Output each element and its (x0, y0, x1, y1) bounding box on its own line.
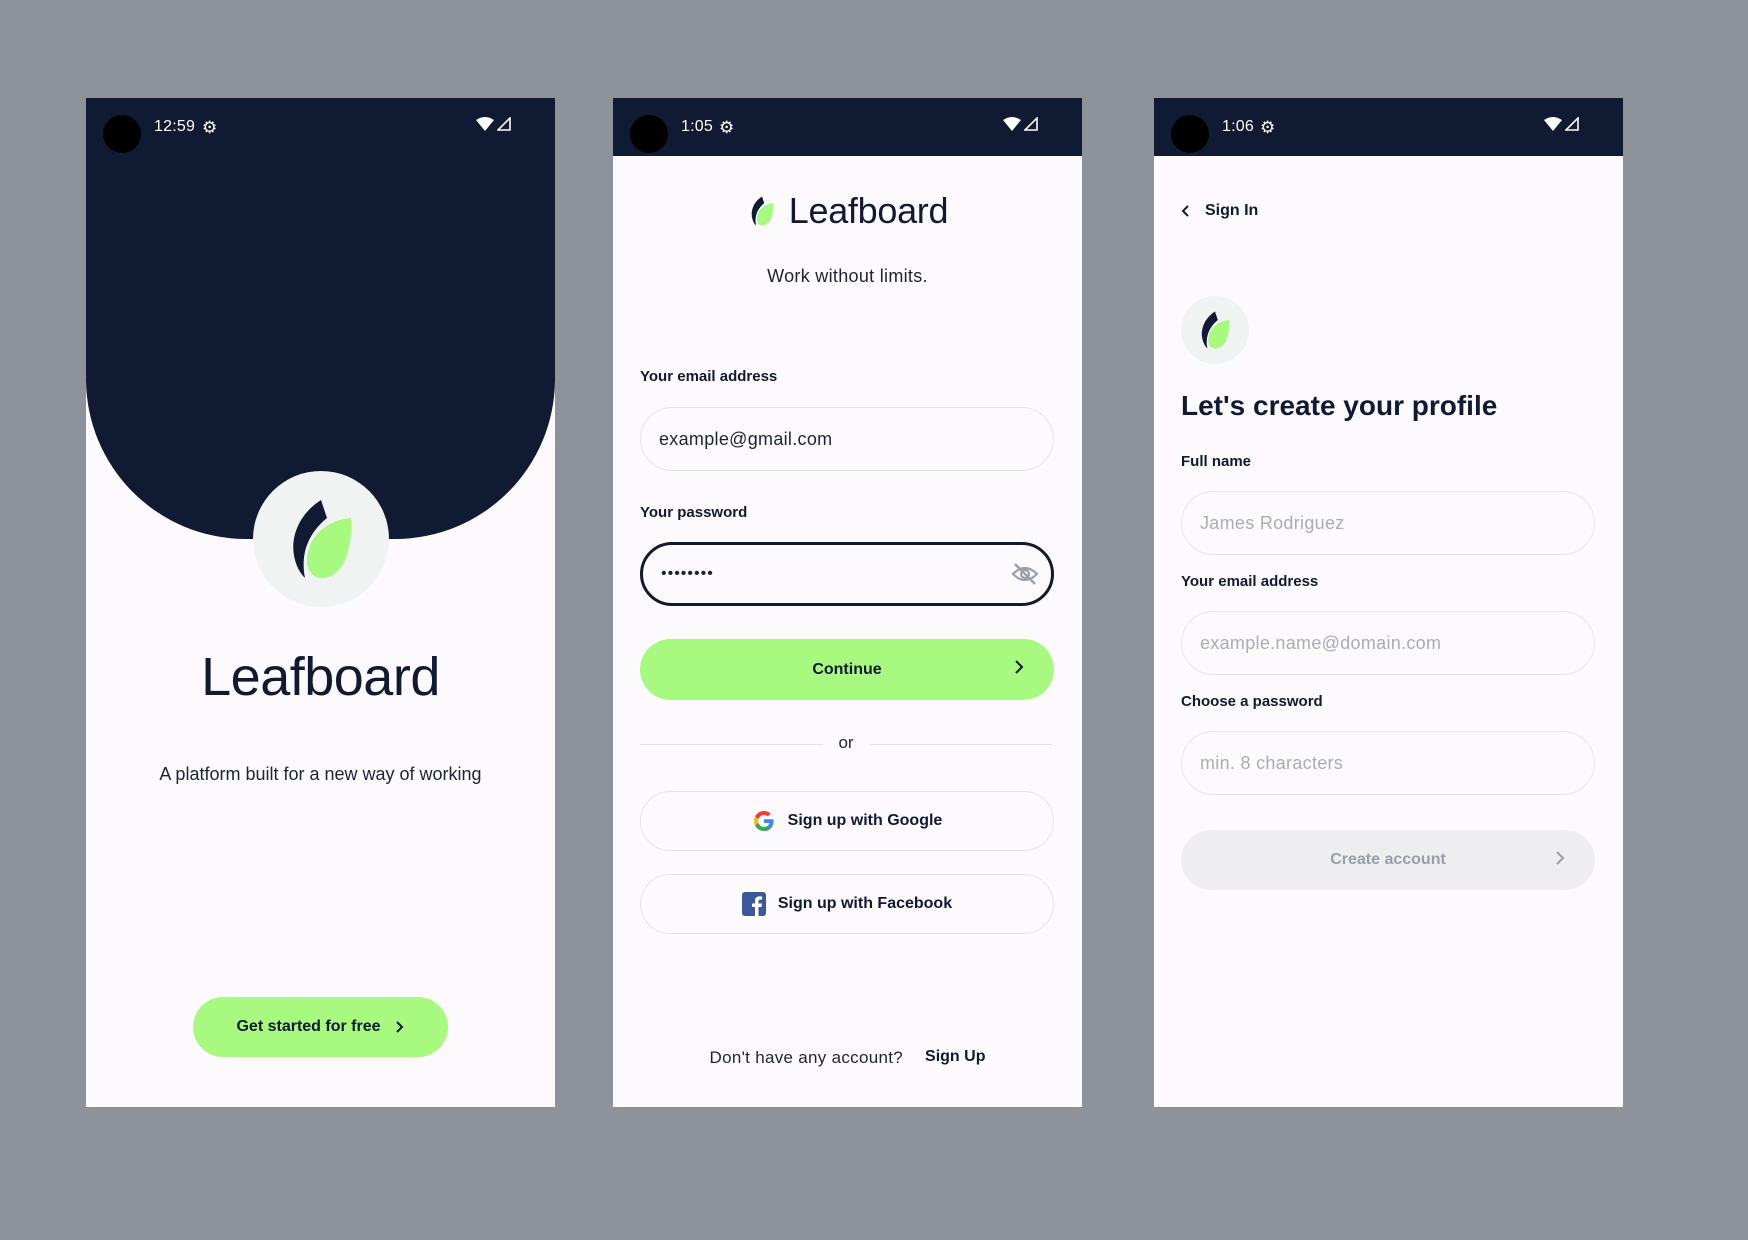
full-name-label: Full name (1181, 453, 1252, 470)
chevron-right-icon (1015, 660, 1024, 674)
chevron-left-icon (1181, 205, 1189, 217)
or-label: or (838, 733, 854, 752)
password-label: Your password (640, 504, 748, 521)
tagline: Work without limits. (767, 266, 928, 286)
google-signup-label: Sign up with Google (787, 812, 943, 829)
facebook-signup-button[interactable]: Sign up with Facebook (640, 874, 1054, 934)
gear-icon: ⚙ (719, 118, 735, 137)
signal-indicators (1544, 117, 1579, 131)
signal-icon (1024, 117, 1038, 131)
email-label: Your email address (1181, 573, 1319, 590)
signin-screen: 1:05 ⚙ Leafboard Work without limits. Yo… (613, 98, 1082, 1107)
status-time: 12:59 (154, 118, 196, 135)
password-placeholder: min. 8 characters (1200, 752, 1344, 773)
status-bar: 1:06 ⚙ (1154, 98, 1623, 156)
eye-off-icon[interactable] (1011, 562, 1039, 586)
leaf-logo-icon (293, 500, 352, 579)
camera-cutout (630, 115, 668, 153)
get-started-label: Get started for free (236, 1018, 381, 1035)
page-title: Let's create your profile (1181, 390, 1498, 421)
password-value: •••••••• (661, 565, 714, 582)
gear-icon: ⚙ (1260, 118, 1276, 137)
leaf-logo-icon (751, 196, 774, 226)
continue-label: Continue (812, 660, 882, 678)
google-icon (753, 811, 774, 831)
email-field[interactable]: example@gmail.com (640, 407, 1054, 471)
email-label: Your email address (640, 368, 778, 385)
google-signup-button[interactable]: Sign up with Google (640, 791, 1054, 851)
wifi-icon (476, 117, 494, 131)
password-label: Choose a password (1181, 693, 1323, 710)
app-logo (253, 471, 389, 607)
create-account-button[interactable]: Create account (1181, 830, 1595, 890)
signal-icon (1565, 117, 1579, 131)
facebook-icon (741, 892, 766, 916)
app-logo (1181, 296, 1249, 364)
email-placeholder: example.name@domain.com (1200, 632, 1442, 653)
leaf-logo-icon (1201, 311, 1230, 349)
signal-icon (497, 117, 511, 131)
status-bar: 1:05 ⚙ (613, 98, 1082, 156)
get-started-button[interactable]: Get started for free (193, 997, 448, 1057)
signup-link[interactable]: Sign Up (925, 1048, 985, 1068)
back-button[interactable]: Sign In (1181, 202, 1258, 220)
email-field[interactable]: example.name@domain.com (1181, 611, 1595, 675)
status-time: 1:06 (1222, 118, 1254, 135)
camera-cutout (103, 115, 141, 153)
signup-prompt: Don't have any account? Sign Up (613, 1048, 1082, 1068)
welcome-screen: 12:59 ⚙ Leafboard A platform built for a… (86, 98, 555, 1107)
signup-prompt-text: Don't have any account? (709, 1048, 904, 1067)
wifi-icon (1003, 117, 1021, 131)
chevron-right-icon (395, 1021, 403, 1033)
email-value: example@gmail.com (659, 428, 833, 449)
create-profile-screen: 1:06 ⚙ Sign In Let's create your profile… (1154, 98, 1623, 1107)
chevron-right-icon (1556, 851, 1565, 865)
create-account-label: Create account (1330, 851, 1446, 868)
signal-indicators (1003, 117, 1038, 131)
status-bar: 12:59 ⚙ (86, 98, 555, 156)
camera-cutout (1171, 115, 1209, 153)
tagline: A platform built for a new way of workin… (159, 764, 482, 784)
signal-indicators (476, 117, 511, 131)
facebook-signup-label: Sign up with Facebook (777, 895, 953, 912)
or-divider: or (640, 732, 1052, 756)
full-name-placeholder: James Rodriguez (1200, 512, 1345, 533)
brand-header: Leafboard (613, 190, 1082, 232)
status-time: 1:05 (681, 118, 713, 135)
brand-title: Leafboard (201, 647, 440, 707)
password-field[interactable]: min. 8 characters (1181, 731, 1595, 795)
password-field[interactable]: •••••••• (640, 542, 1054, 606)
continue-button[interactable]: Continue (640, 639, 1054, 700)
gear-icon: ⚙ (202, 118, 218, 137)
full-name-field[interactable]: James Rodriguez (1181, 491, 1595, 555)
back-label: Sign In (1205, 202, 1259, 219)
brand-title: Leafboard (788, 190, 949, 231)
wifi-icon (1544, 117, 1562, 131)
